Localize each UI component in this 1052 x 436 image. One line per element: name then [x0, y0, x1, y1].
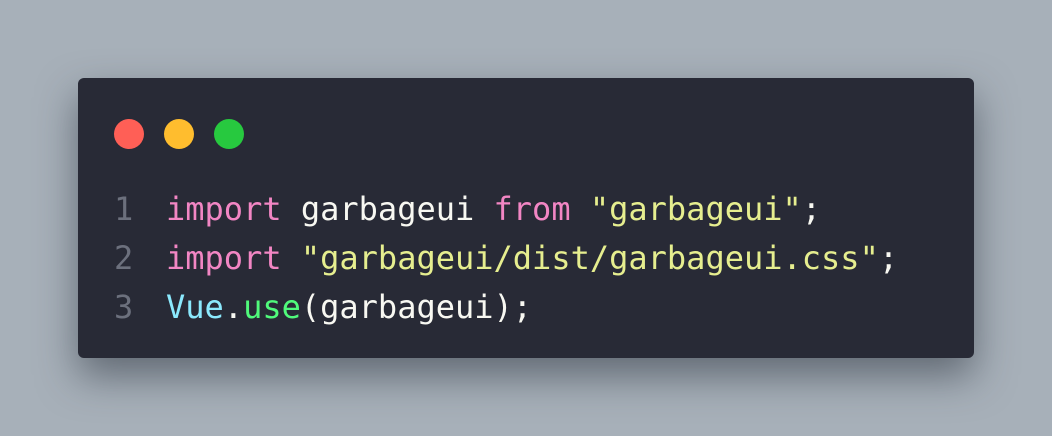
code-token-plain: ; — [878, 238, 899, 277]
code-line: 3 Vue. use (garbageui); — [114, 282, 898, 331]
code-line: 1 import garbageui from "garbageui"; — [114, 184, 898, 233]
window-controls — [114, 119, 244, 149]
code-token-keyword: from — [493, 189, 571, 228]
line-number: 1 — [114, 189, 134, 228]
code-token-plain: (garbageui); — [300, 287, 533, 326]
code-token-plain: garbageui — [300, 189, 475, 228]
code-block: 1 import garbageui from "garbageui"; 2 impo… — [114, 184, 898, 331]
code-token-keyword: import — [166, 238, 282, 277]
code-token-plain: ; — [801, 189, 822, 228]
minimize-dot-icon[interactable] — [164, 119, 194, 149]
code-token-type: Vue — [166, 287, 224, 326]
line-number: 3 — [114, 287, 134, 326]
code-token-string: "garbageui/dist/garbageui.css" — [300, 238, 879, 277]
line-number: 2 — [114, 238, 134, 277]
code-token-keyword: import — [166, 189, 282, 228]
code-token-function: use — [243, 287, 301, 326]
maximize-dot-icon[interactable] — [214, 119, 244, 149]
code-token-plain: . — [223, 287, 244, 326]
close-dot-icon[interactable] — [114, 119, 144, 149]
code-token-string: "garbageui" — [589, 189, 802, 228]
code-window: 1 import garbageui from "garbageui"; 2 impo… — [78, 78, 974, 358]
code-line: 2 import "garbageui/dist/garbageui.css"; — [114, 233, 898, 282]
